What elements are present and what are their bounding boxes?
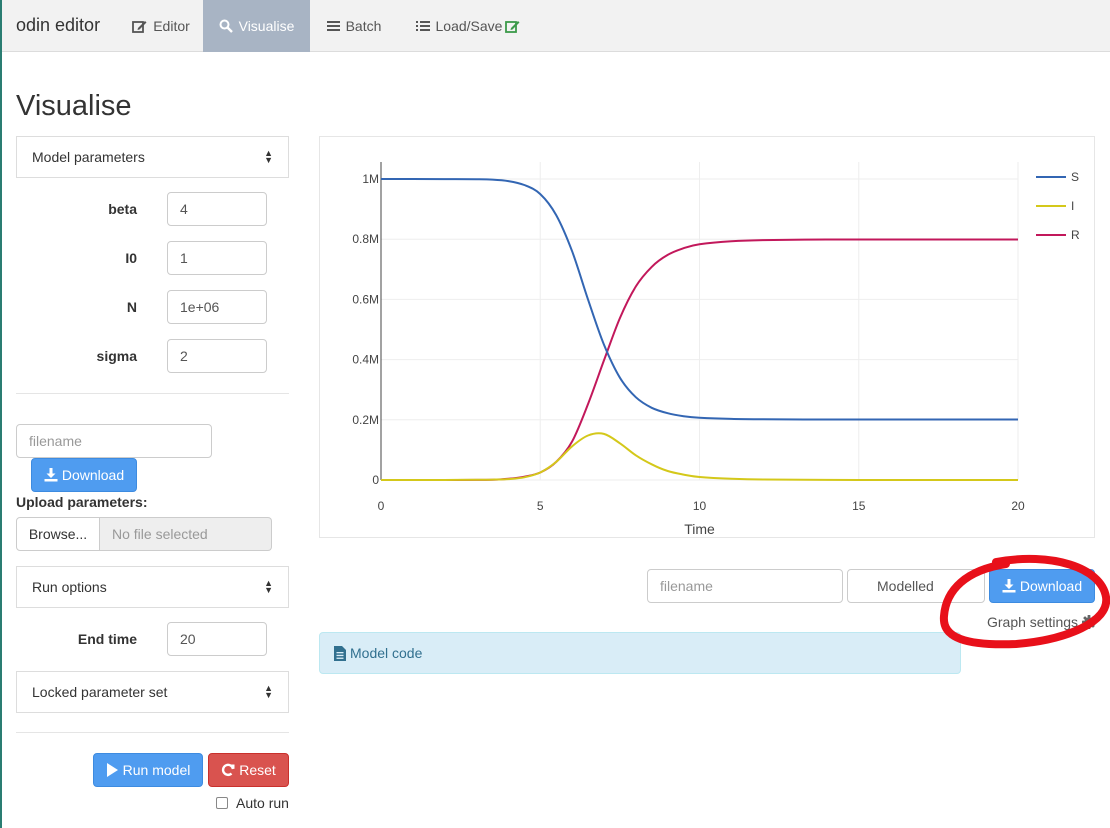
edit-icon: [132, 19, 147, 33]
reset-button[interactable]: Reset: [208, 753, 289, 787]
x-tick-label: 5: [537, 499, 544, 513]
legend-label-i: I: [1071, 199, 1074, 213]
search-icon: [219, 19, 233, 33]
param-input-beta[interactable]: 4: [167, 192, 267, 226]
tab-load-save-label: Load/Save: [435, 18, 503, 34]
model-code-label: Model code: [350, 645, 423, 661]
divider: [16, 732, 289, 733]
browse-button[interactable]: Browse...: [16, 517, 100, 551]
locked-parameter-set-dropdown[interactable]: Locked parameter set ▲ ▼: [16, 671, 289, 713]
plot-filename-input[interactable]: filename: [647, 569, 843, 603]
updown-caret-icon: ▲ ▼: [264, 578, 273, 595]
download-icon: [1002, 579, 1016, 593]
run-options-dropdown[interactable]: Run options ▲ ▼: [16, 566, 289, 608]
param-input-i0[interactable]: 1: [167, 241, 267, 275]
tab-batch-label: Batch: [345, 18, 382, 34]
y-tick-label: 0.2M: [352, 413, 379, 427]
param-label-sigma: sigma: [96, 348, 137, 364]
y-tick-label: 0.6M: [352, 292, 379, 306]
download-plot-button[interactable]: Download: [989, 569, 1095, 603]
refresh-icon: [221, 763, 235, 777]
download-parameters-button[interactable]: Download: [31, 458, 137, 492]
tab-batch[interactable]: Batch: [310, 0, 398, 52]
play-icon: [106, 763, 119, 777]
divider: [16, 393, 289, 394]
model-code-panel[interactable]: Model code: [319, 632, 961, 674]
auto-run-checkbox[interactable]: Auto run: [216, 795, 289, 811]
locked-parameter-set-label: Locked parameter set: [32, 684, 168, 700]
navbar: odin editor Editor Visualise Batch Load/…: [2, 0, 1110, 52]
page-title: Visualise: [16, 90, 132, 122]
reset-label: Reset: [239, 762, 276, 778]
tab-editor-label: Editor: [153, 18, 190, 34]
param-label-n: N: [126, 299, 137, 315]
tab-editor[interactable]: Editor: [119, 0, 203, 52]
list-icon: [415, 20, 430, 32]
legend-label-s: S: [1071, 170, 1079, 184]
end-time-input[interactable]: 20: [167, 622, 267, 656]
auto-run-label: Auto run: [236, 795, 289, 811]
x-tick-label: 15: [852, 499, 866, 513]
download-plot-label: Download: [1019, 578, 1083, 594]
no-file-selected-field: No file selected: [100, 517, 272, 551]
model-parameters-label: Model parameters: [32, 149, 145, 165]
chart-panel: 0 5 10 15 20 0 0.2M 0.4M 0.6M 0.8M 1M Time S I R: [319, 136, 1095, 538]
x-tick-label: 20: [1011, 499, 1025, 513]
tab-visualise[interactable]: Visualise: [203, 0, 310, 52]
param-label-i0: I0: [125, 250, 137, 266]
run-model-button[interactable]: Run model: [93, 753, 203, 787]
legend-label-r: R: [1071, 228, 1080, 242]
gear-icon: [1082, 615, 1097, 629]
graph-settings-link[interactable]: Graph settings: [987, 614, 1097, 630]
param-filename-input[interactable]: filename: [16, 424, 212, 458]
download-icon: [44, 468, 58, 482]
model-parameters-dropdown[interactable]: Model parameters ▲ ▼: [16, 136, 289, 178]
download-parameters-label: Download: [61, 467, 125, 483]
y-tick-label: 0.8M: [352, 232, 379, 246]
brand-title[interactable]: odin editor: [16, 15, 100, 36]
upload-parameters-label: Upload parameters:: [16, 494, 148, 510]
checkbox-box[interactable]: [216, 797, 228, 809]
list-icon: [326, 20, 340, 32]
file-icon: [334, 645, 346, 661]
param-input-sigma[interactable]: 2: [167, 339, 267, 373]
window-left-edge: [0, 0, 2, 828]
end-time-label: End time: [77, 631, 137, 647]
sir-line-chart[interactable]: 0 5 10 15 20 0 0.2M 0.4M 0.6M 0.8M 1M Time S I R: [320, 137, 1096, 539]
y-tick-label: 0.4M: [352, 353, 379, 367]
updown-caret-icon: ▲ ▼: [264, 683, 273, 700]
run-options-label: Run options: [32, 579, 107, 595]
run-model-label: Run model: [122, 762, 191, 778]
series-type-select[interactable]: Modelled: [847, 569, 985, 603]
x-axis-title: Time: [684, 521, 715, 537]
x-tick-label: 10: [693, 499, 707, 513]
edit-icon: [505, 19, 520, 33]
tab-visualise-label: Visualise: [238, 18, 295, 34]
param-input-n[interactable]: 1e+06: [167, 290, 267, 324]
param-label-beta: beta: [108, 201, 137, 217]
tab-load-save[interactable]: Load/Save: [398, 0, 538, 52]
x-tick-label: 0: [378, 499, 385, 513]
graph-settings-label: Graph settings: [987, 614, 1079, 630]
updown-caret-icon: ▲ ▼: [264, 148, 273, 165]
highlight-annotation-circle: [939, 555, 1110, 649]
y-tick-label: 0: [372, 473, 379, 487]
y-tick-label: 1M: [362, 172, 379, 186]
